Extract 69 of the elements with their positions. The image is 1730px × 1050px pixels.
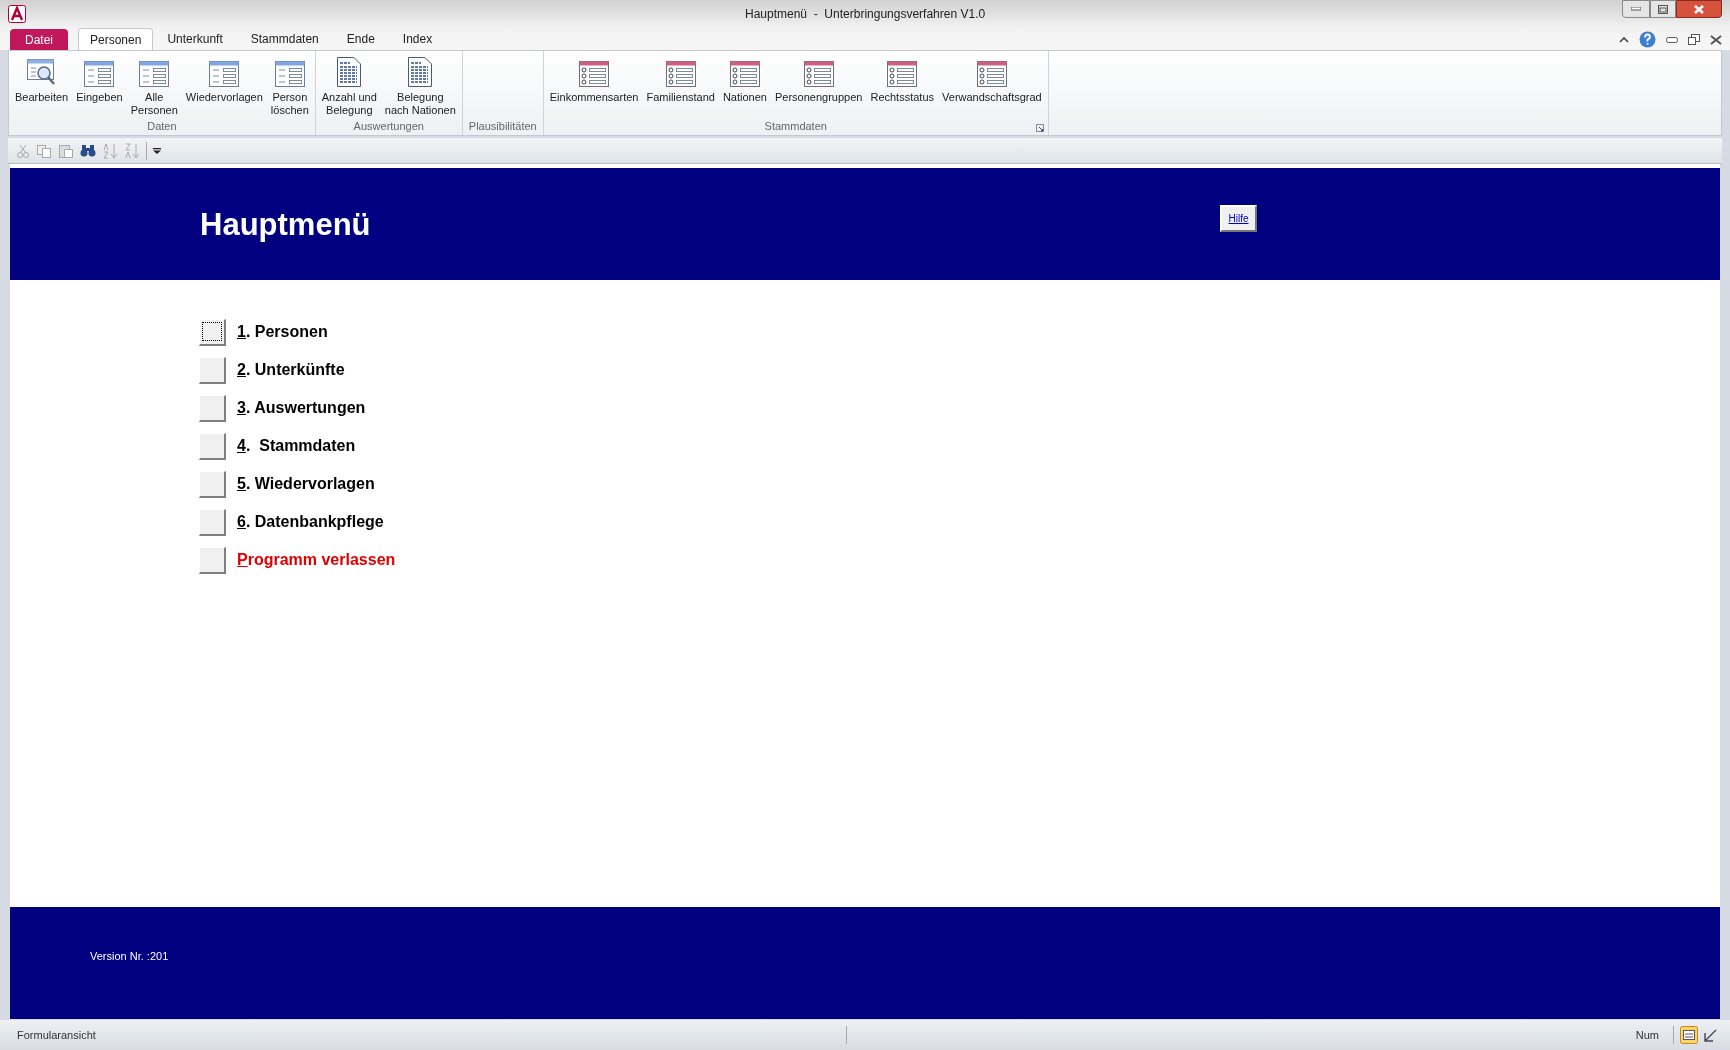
menu-label[interactable]: 2. Unterkünfte <box>237 358 345 382</box>
table-icon <box>665 61 696 87</box>
ribbon-button[interactable]: Einkommensarten <box>545 55 643 104</box>
ribbon-group-label: Stammdaten <box>764 118 827 134</box>
ribbon-tab[interactable]: Ende <box>332 28 389 50</box>
ribbon-tab[interactable]: Stammdaten <box>236 28 333 50</box>
menu-label[interactable]: 4. Stammdaten <box>237 434 356 458</box>
ribbon-button[interactable]: Alle Personen <box>126 55 182 117</box>
ribbon-button[interactable]: Personengruppen <box>770 55 867 104</box>
report-icon <box>408 57 433 87</box>
close-icon <box>1694 4 1704 14</box>
num-lock-indicator: Num <box>1635 1027 1659 1043</box>
table-icon <box>803 61 834 87</box>
form-search-icon <box>25 57 58 87</box>
maximize-button[interactable] <box>1650 0 1676 18</box>
menu-label[interactable]: 6. Datenbankpflege <box>237 510 384 534</box>
ribbon-button[interactable]: Bearbeiten <box>11 55 73 104</box>
ribbon-group-label: Auswertungen <box>353 118 424 134</box>
ribbon-button[interactable]: Wiedervorlagen <box>181 55 267 104</box>
ribbon-button[interactable]: Rechtsstatus <box>866 55 939 104</box>
form-title: Hauptmenü <box>200 206 371 244</box>
minimize-icon[interactable] <box>1666 36 1678 43</box>
binoculars-icon[interactable] <box>80 143 96 158</box>
help-icon[interactable] <box>1639 31 1656 48</box>
minimize-icon <box>1631 7 1641 11</box>
collapse-ribbon-icon[interactable] <box>1619 36 1629 43</box>
ribbon-button[interactable]: Anzahl und Belegung <box>317 55 381 117</box>
ribbon-group-label: Plausibilitäten <box>468 118 537 134</box>
design-view-icon[interactable] <box>1704 1028 1718 1042</box>
restore-icon[interactable] <box>1688 34 1700 45</box>
file-tab[interactable]: Datei <box>10 29 68 50</box>
help-button[interactable]: Hilfe <box>1220 205 1257 232</box>
ribbon-button[interactable]: Belegung nach Nationen <box>380 55 460 117</box>
minimize-button[interactable] <box>1622 0 1650 18</box>
table-icon <box>729 61 760 87</box>
ribbon-tab[interactable]: Index <box>388 28 447 50</box>
menu-button[interactable] <box>199 318 226 346</box>
form-icon <box>139 61 170 87</box>
close-icon[interactable] <box>1710 34 1722 45</box>
ribbon-group-label: Daten <box>147 118 177 134</box>
view-label: Formularansicht <box>17 1027 96 1043</box>
dropdown-caret-icon[interactable] <box>153 147 161 154</box>
ribbon-button[interactable]: Person löschen <box>266 55 313 117</box>
form-icon <box>274 61 305 87</box>
maximize-icon <box>1658 4 1668 14</box>
ribbon-button[interactable]: Verwandschaftsgrad <box>938 55 1046 104</box>
version-label: Version Nr. :201 <box>90 949 169 964</box>
copy-icon[interactable] <box>36 142 52 159</box>
menu-label[interactable]: Programm verlassen <box>237 548 396 572</box>
ribbon-tab[interactable]: Personen <box>78 28 154 50</box>
menu-label[interactable]: 3. Auswertungen <box>237 396 366 420</box>
menu-label[interactable]: 1. Personen <box>237 320 328 344</box>
close-button[interactable] <box>1676 0 1722 18</box>
ribbon-button[interactable]: Eingeben <box>72 55 127 104</box>
paste-icon[interactable] <box>58 142 74 159</box>
menu-label[interactable]: 5. Wiedervorlagen <box>237 472 375 496</box>
access-logo-icon <box>8 5 26 23</box>
form-view-icon[interactable] <box>1680 1026 1698 1044</box>
table-icon <box>976 61 1007 87</box>
table-icon <box>887 61 918 87</box>
ribbon-tab[interactable]: Unterkunft <box>153 28 237 50</box>
window-title: Hauptmenü - Unterbringungsverfahren V1.0 <box>745 6 986 23</box>
dialog-launcher-icon[interactable] <box>1035 124 1044 132</box>
form-icon <box>84 61 115 87</box>
table-icon <box>579 61 610 87</box>
ribbon-button[interactable]: Nationen <box>718 55 771 104</box>
report-icon <box>337 57 362 87</box>
ribbon-button[interactable]: Familienstand <box>642 55 719 104</box>
form-icon <box>209 61 240 87</box>
